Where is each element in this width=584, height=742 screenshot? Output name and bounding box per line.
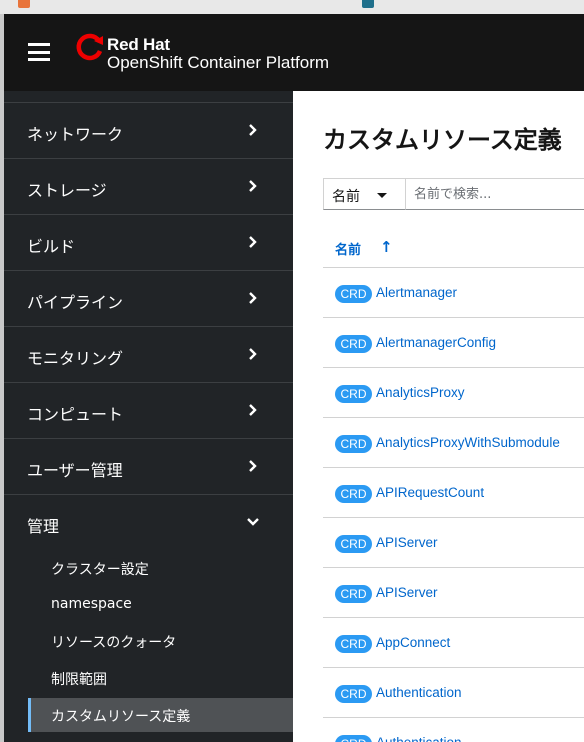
sidebar-item[interactable]: パイプライン (4, 271, 293, 327)
sidebar-subitem-label: リソースのクォータ (51, 635, 177, 651)
chevron-right-icon (249, 404, 257, 416)
search-input[interactable] (405, 178, 584, 210)
sidebar-nav: ネットワーク ストレージビルドパイプライン モニタリング コンピュート ユーザー管理 管理… (4, 91, 293, 742)
crd-name-link[interactable]: AlertmanagerConfig (376, 335, 496, 350)
chevron-right-icon (249, 460, 257, 472)
crd-badge: CRD (335, 485, 372, 503)
crd-badge: CRD (335, 685, 372, 703)
masthead: Red Hat OpenShift Container Platform (4, 14, 584, 91)
chevron-right-icon (249, 124, 257, 136)
sidebar-item[interactable]: ネットワーク (4, 103, 293, 159)
crd-badge: CRD (335, 585, 372, 603)
crd-badge: CRD (335, 385, 372, 403)
sort-ascending-icon: ↑ (380, 238, 393, 256)
tab-favicon-icon (18, 0, 30, 8)
page-title: カスタムリソース定義 (323, 126, 562, 154)
tab-favicon-icon (362, 0, 374, 8)
table-row: CRD Authentication (323, 668, 584, 718)
sidebar-item-label: ネットワーク (27, 125, 124, 144)
sidebar-item-label: ユーザー管理 (27, 461, 123, 480)
crd-badge: CRD (335, 535, 372, 553)
sidebar-subitem[interactable]: クラスター設定 (28, 551, 293, 585)
sidebar-item-label: モニタリング (27, 349, 124, 368)
crd-name-link[interactable]: Alertmanager (376, 285, 457, 300)
brand-redhat: Red Hat (107, 35, 170, 54)
sidebar-subitem[interactable]: カスタムリソース定義 (28, 698, 293, 732)
filter-type-dropdown[interactable]: 名前 (323, 178, 405, 210)
crd-name-link[interactable]: AnalyticsProxyWithSubmodule (376, 435, 560, 450)
sidebar-subitem[interactable]: 制限範囲 (28, 661, 293, 695)
table-row: CRD APIServer (323, 568, 584, 618)
sidebar-subitem-label: namespace (51, 596, 132, 612)
table-row: CRD AlertmanagerConfig (323, 318, 584, 368)
chevron-right-icon (249, 292, 257, 304)
chevron-right-icon (249, 348, 257, 360)
hamburger-menu-icon[interactable] (28, 43, 50, 61)
sidebar-item-label: ストレージ (27, 181, 107, 200)
crd-name-link[interactable]: AnalyticsProxy (376, 385, 465, 400)
chevron-right-icon (249, 180, 257, 192)
main-content: カスタムリソース定義 名前 名前 ↑ CRD Alertmanager CRD Ale… (293, 91, 584, 742)
chevron-right-icon (249, 236, 257, 248)
table-row: CRD APIRequestCount (323, 468, 584, 518)
table-row: CRD Authentication (323, 718, 584, 742)
brand-product: OpenShift Container Platform (107, 53, 330, 72)
sidebar-subitem-label: 制限範囲 (51, 672, 107, 688)
table-row: CRD AnalyticsProxy (323, 368, 584, 418)
browser-tab-strip (0, 0, 584, 14)
sidebar-subitem[interactable]: リソースのクォータ (28, 624, 293, 658)
table-row: CRD AnalyticsProxyWithSubmodule (323, 418, 584, 468)
sidebar-item-label: パイプライン (27, 293, 124, 312)
crd-name-link[interactable]: Authentication (376, 685, 462, 700)
sidebar-item[interactable]: ビルド (4, 215, 293, 271)
filter-type-label: 名前 (332, 189, 360, 205)
table-row: CRD APIServer (323, 518, 584, 568)
table-row: CRD Alertmanager (323, 268, 584, 318)
sidebar-item[interactable]: ストレージ (4, 159, 293, 215)
crd-name-link[interactable]: AppConnect (376, 635, 450, 650)
crd-badge: CRD (335, 435, 372, 453)
crd-name-link[interactable]: APIRequestCount (376, 485, 484, 500)
sidebar-item[interactable]: コンピュート (4, 383, 293, 439)
sidebar-item-label: ビルド (27, 237, 76, 256)
table-row: CRD AppConnect (323, 618, 584, 668)
redhat-logo-icon (76, 33, 103, 61)
crd-badge: CRD (335, 735, 372, 742)
sidebar-item-label: 管理 (27, 517, 60, 536)
sidebar-item[interactable]: ユーザー管理 (4, 439, 293, 495)
crd-name-link[interactable]: Authentication (376, 735, 462, 742)
sidebar-item[interactable]: モニタリング (4, 327, 293, 383)
crd-badge: CRD (335, 635, 372, 653)
crd-badge: CRD (335, 285, 372, 303)
column-header-label: 名前 (335, 243, 362, 258)
sidebar-item[interactable]: 管理 (4, 495, 293, 551)
crd-name-link[interactable]: APIServer (376, 535, 438, 550)
caret-down-icon (377, 193, 387, 198)
crd-badge: CRD (335, 335, 372, 353)
crd-name-link[interactable]: APIServer (376, 585, 438, 600)
sidebar-subitem-label: クラスター設定 (51, 562, 149, 578)
sidebar-item-label: コンピュート (27, 405, 124, 424)
sidebar-subitem-label: カスタムリソース定義 (51, 709, 191, 725)
sidebar-subitem[interactable]: namespace (28, 588, 293, 622)
chevron-down-icon (247, 518, 259, 526)
